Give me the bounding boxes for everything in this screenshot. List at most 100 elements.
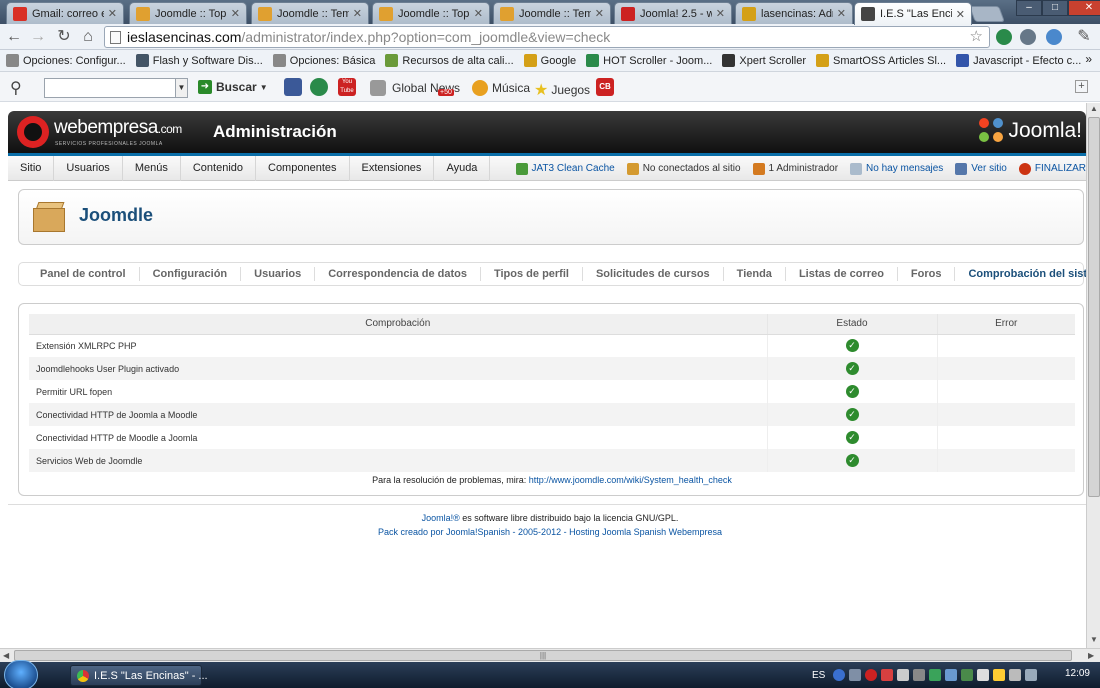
search-dropdown-button[interactable]: ▼ <box>176 78 188 98</box>
youtube-icon[interactable]: You Tube <box>338 78 356 96</box>
tray-app-icon-7[interactable] <box>961 669 974 681</box>
menu-item-sitio[interactable]: Sitio <box>8 156 55 181</box>
browser-tab[interactable]: lasencinas: Admi ✕ <box>735 2 853 24</box>
clean-cache-link[interactable]: JAT3 Clean Cache <box>515 162 615 175</box>
joomla-link[interactable]: Joomla!® <box>422 513 460 523</box>
music-button[interactable]: Música <box>472 80 530 96</box>
tab-close-icon[interactable]: ✕ <box>956 8 965 21</box>
browser-tab[interactable]: Joomdle :: Topic ✕ <box>129 2 247 24</box>
vertical-scroll-thumb[interactable] <box>1088 117 1100 497</box>
menu-item-menus[interactable]: Menús <box>123 156 181 181</box>
help-icon[interactable] <box>833 669 846 681</box>
tray-app-icon-3[interactable] <box>897 669 910 681</box>
scroll-up-arrow-icon[interactable]: ▲ <box>1090 104 1098 113</box>
horizontal-scrollbar[interactable]: ◀ ||| ▶ <box>0 648 1100 662</box>
tray-app-icon-6[interactable] <box>945 669 958 681</box>
global-news-button[interactable]: Global News +50 <box>370 80 460 96</box>
submenu-item[interactable]: Comprobación del sistema <box>955 267 1086 281</box>
help-link[interactable]: http://www.joomdle.com/wiki/System_healt… <box>529 475 732 485</box>
bookmark-item[interactable]: Opciones: Configur... <box>6 54 126 67</box>
reload-button[interactable]: ↻ <box>54 27 74 47</box>
bookmark-item[interactable]: Recursos de alta cali... <box>385 54 514 67</box>
taskbar-chrome-window[interactable]: I.E.S "Las Encinas" - ... <box>70 665 208 686</box>
wrench-icon[interactable]: ✎ <box>1074 27 1094 47</box>
hosting-link[interactable]: Hosting Joomla Spanish Webempresa <box>569 527 722 537</box>
logout-link[interactable]: FINALIZAR <box>1018 162 1086 175</box>
tab-close-icon[interactable]: ✕ <box>231 7 240 20</box>
bookmark-item[interactable]: Google <box>523 54 576 67</box>
pack-link[interactable]: Pack creado por Joomla!Spanish - 2005-20… <box>378 527 561 537</box>
scroll-left-arrow-icon[interactable]: ◀ <box>3 651 9 660</box>
new-tab-button[interactable] <box>969 6 1005 22</box>
browser-tab[interactable]: Joomdle :: Tema ✕ <box>493 2 611 24</box>
submenu-item[interactable]: Solicitudes de cursos <box>583 267 724 281</box>
tab-close-icon[interactable]: ✕ <box>108 7 117 20</box>
menu-item-usuarios[interactable]: Usuarios <box>54 156 123 181</box>
start-button[interactable] <box>4 660 38 688</box>
address-bar[interactable]: ieslasencinas.com/administrator/index.ph… <box>104 26 990 48</box>
submenu-item[interactable]: Foros <box>898 267 956 281</box>
submenu-item[interactable]: Configuración <box>140 267 242 281</box>
tab-close-icon[interactable]: ✕ <box>353 7 362 20</box>
submenu-item[interactable]: Listas de correo <box>786 267 898 281</box>
scroll-down-arrow-icon[interactable]: ▼ <box>1090 635 1098 644</box>
submenu-item[interactable]: Panel de control <box>27 267 140 281</box>
back-button[interactable]: ← <box>4 27 24 47</box>
tray-app-icon-9[interactable] <box>993 669 1006 681</box>
maximize-button[interactable]: □ <box>1042 0 1068 16</box>
toolbar-add-icon[interactable]: + <box>1075 80 1088 93</box>
menu-item-ayuda[interactable]: Ayuda <box>434 156 491 181</box>
facebook-icon[interactable] <box>284 78 302 96</box>
volume-icon[interactable] <box>1025 669 1038 681</box>
tab-close-icon[interactable]: ✕ <box>595 7 604 20</box>
tray-app-icon-2[interactable] <box>881 669 894 681</box>
toolbar-logo-icon[interactable] <box>310 78 328 96</box>
minimize-button[interactable]: – <box>1016 0 1042 16</box>
browser-tab[interactable]: I.E.S "Las Encinas ✕ <box>854 2 972 25</box>
scroll-right-arrow-icon[interactable]: ▶ <box>1088 651 1094 660</box>
menu-item-componentes[interactable]: Componentes <box>256 156 350 181</box>
tray-app-icon-8[interactable] <box>977 669 990 681</box>
toolbar-search-input[interactable] <box>44 78 176 98</box>
games-button[interactable]: ★ Juegos <box>534 80 590 100</box>
browser-tab[interactable]: Gmail: correo ele ✕ <box>6 2 124 24</box>
bookmark-item[interactable]: Xpert Scroller <box>722 54 806 67</box>
home-icon[interactable]: ⌂ <box>78 27 98 47</box>
horizontal-scroll-thumb[interactable]: ||| <box>14 650 1072 661</box>
browser-tab[interactable]: Joomla! 2.5 - web ✕ <box>614 2 732 24</box>
bookmark-item[interactable]: Flash y Software Dis... <box>135 54 263 67</box>
tab-close-icon[interactable]: ✕ <box>837 7 846 20</box>
language-indicator[interactable]: ES <box>812 670 825 681</box>
extension-icon-1[interactable] <box>996 29 1012 45</box>
forward-button[interactable]: → <box>28 27 48 47</box>
cb-icon[interactable]: CB <box>596 78 614 96</box>
clock[interactable]: 12:09 <box>1065 668 1090 679</box>
bookmark-item[interactable]: Opciones: Básica <box>272 54 375 67</box>
more-bookmarks-icon[interactable]: » <box>1085 52 1092 66</box>
vertical-scrollbar[interactable]: ▲ ▼ <box>1086 103 1100 648</box>
search-button[interactable]: ➜ Buscar ▼ <box>198 80 268 94</box>
extension-icon-2[interactable] <box>1020 29 1036 45</box>
network-icon[interactable] <box>1009 669 1022 681</box>
bookmark-item[interactable]: HOT Scroller - Joom... <box>586 54 712 67</box>
tab-close-icon[interactable]: ✕ <box>474 7 483 20</box>
tab-close-icon[interactable]: ✕ <box>716 7 725 20</box>
extension-icon-3[interactable] <box>1046 29 1062 45</box>
menu-item-contenido[interactable]: Contenido <box>181 156 256 181</box>
bookmark-item[interactable]: Javascript - Efecto c... <box>956 54 1081 67</box>
tray-app-icon-4[interactable] <box>913 669 926 681</box>
tray-app-icon-1[interactable] <box>865 669 878 681</box>
menu-item-extensiones[interactable]: Extensiones <box>350 156 435 181</box>
bookmark-star-icon[interactable]: ☆ <box>970 27 983 47</box>
tray-chevron-icon[interactable] <box>849 669 862 681</box>
messages-link[interactable]: No hay mensajes <box>850 162 943 175</box>
submenu-item[interactable]: Tienda <box>724 267 786 281</box>
submenu-item[interactable]: Tipos de perfil <box>481 267 583 281</box>
submenu-item[interactable]: Usuarios <box>241 267 316 281</box>
browser-tab[interactable]: Joomdle :: Topic ✕ <box>372 2 490 24</box>
browser-tab[interactable]: Joomdle :: Tema ✕ <box>251 2 369 24</box>
tray-app-icon-5[interactable] <box>929 669 942 681</box>
search-icon[interactable]: ⚲ <box>10 78 22 98</box>
close-window-button[interactable]: ✕ <box>1068 0 1100 16</box>
bookmark-item[interactable]: SmartOSS Articles Sl... <box>816 54 946 67</box>
